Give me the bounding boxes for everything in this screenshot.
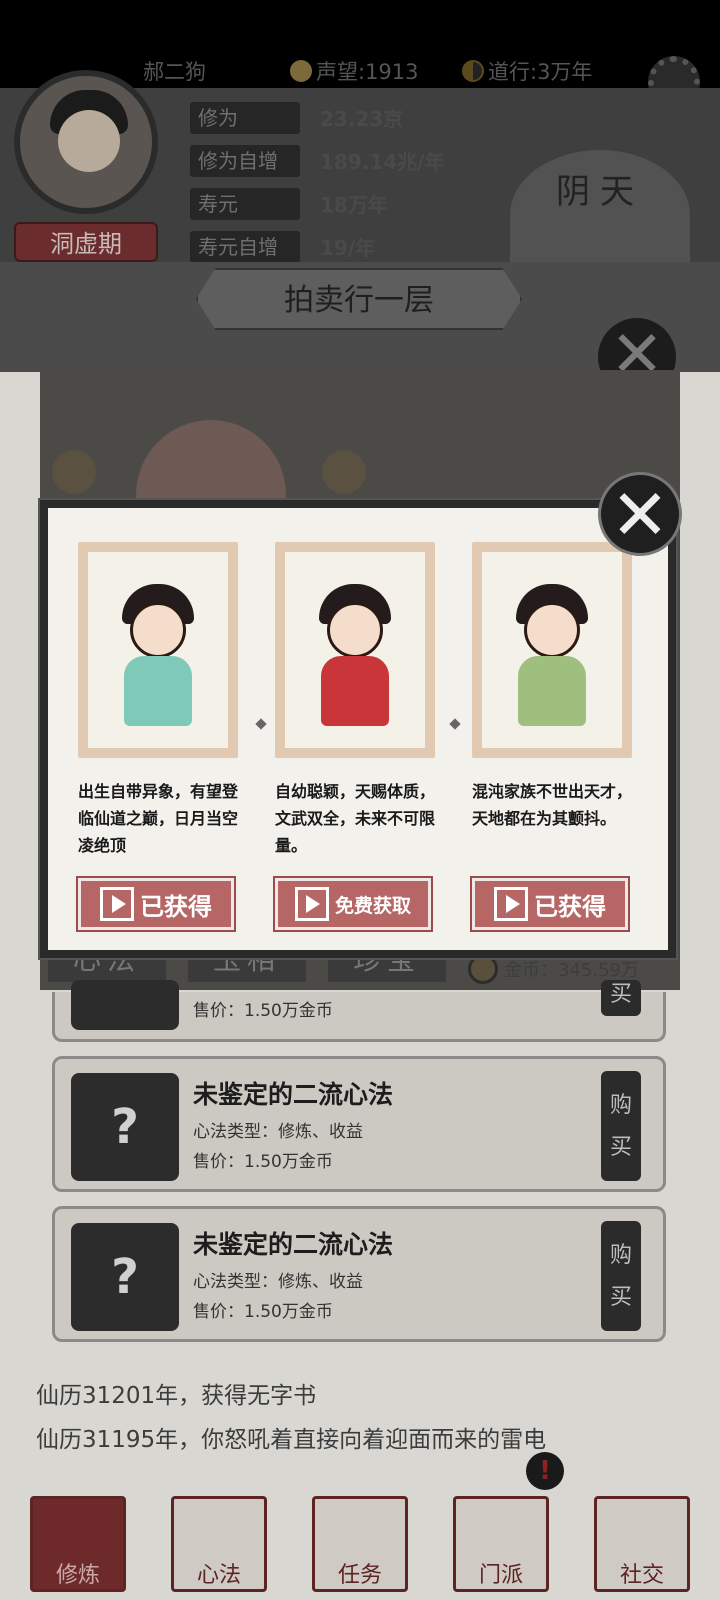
portrait-canvas — [88, 552, 228, 748]
button-label: 已获得 — [534, 892, 606, 921]
event-log: 仙历31201年，获得无字书 仙历31195年，你怒吼着直接向着迎面而来的雷电 — [36, 1374, 686, 1462]
item-name: 未鉴定的二流心法 — [193, 1080, 394, 1109]
stat-value: 189.14兆/年 — [320, 150, 445, 174]
stat-value: 23.23京 — [320, 107, 404, 131]
log-line: 仙历31201年，获得无字书 — [36, 1383, 317, 1409]
chibi-head — [327, 602, 383, 658]
dao-xing: 道行:3万年 — [462, 56, 592, 86]
nav-tasks[interactable]: 任务 — [312, 1496, 408, 1592]
close-modal-icon[interactable]: ✕ — [598, 472, 682, 556]
buy-label: 购 — [609, 1093, 632, 1118]
nav-social[interactable]: 社交 — [594, 1496, 690, 1592]
reputation-text: 声望:1913 — [316, 60, 419, 84]
nav-xinfa[interactable]: 心法 — [171, 1496, 267, 1592]
buy-button[interactable]: 购买 — [601, 1071, 641, 1181]
player-name: 郝二狗 — [143, 60, 206, 84]
play-video-icon — [494, 887, 528, 921]
stat-value: 19/年 — [320, 236, 376, 260]
list-item: ? 未鉴定的二流心法 心法类型：修炼、收益 售价：1.50万金币 购买 — [52, 1056, 666, 1192]
chibi-body — [321, 656, 389, 726]
stat-row: 修为 23.23京 — [190, 96, 444, 139]
realm-badge: 洞虚期 — [14, 222, 158, 262]
gold-coin-icon — [468, 954, 498, 984]
item-name: 未鉴定的二流心法 — [193, 1230, 394, 1259]
manual-book-icon: ? — [71, 1223, 179, 1331]
buy-label: 购 — [609, 1243, 632, 1268]
coin-icon — [290, 60, 312, 82]
yin-yang-icon — [462, 60, 484, 82]
portrait-canvas — [482, 552, 622, 748]
item-price: 售价：1.50万金币 — [193, 1152, 333, 1172]
reputation: 声望:1913 — [290, 56, 419, 86]
gold-text: 金币：345.59万 — [504, 960, 639, 981]
lantern-decoration — [136, 420, 286, 510]
shop-list: ? 售价：1.50万金币 买 ? 未鉴定的二流心法 心法类型：修炼、收益 售价：… — [52, 980, 666, 1356]
chibi-body — [518, 656, 586, 726]
chibi-body — [124, 656, 192, 726]
button-label: 已获得 — [140, 892, 212, 921]
buy-button[interactable]: 购买 — [601, 1221, 641, 1331]
character-card: 自幼聪颖，天赐体质，文武双全，未来不可限量。 免费获取 — [273, 542, 436, 932]
manual-book-icon: ? — [71, 980, 179, 1030]
character-description: 混沌家族不世出天才，天地都在为其颤抖。 — [472, 782, 633, 828]
stat-row: 修为自增 189.14兆/年 — [190, 139, 444, 182]
stat-label: 修为自增 — [190, 144, 300, 177]
character-select-modal: 出生自带异象，有望登临仙道之巅，日月当空凌绝顶 已获得 自幼聪颖，天赐体质，文武… — [40, 500, 676, 958]
auction-title: 拍卖行一层 — [196, 268, 522, 330]
coin-decoration-icon — [52, 450, 96, 494]
stat-label: 修为 — [190, 101, 300, 134]
play-video-icon — [100, 887, 134, 921]
item-type: 心法类型：修炼、收益 — [193, 1122, 363, 1142]
play-video-icon — [294, 887, 329, 921]
obtained-button[interactable]: 已获得 — [470, 876, 630, 932]
coin-decoration-icon — [322, 450, 366, 494]
chibi-head — [130, 602, 186, 658]
manual-book-icon: ? — [71, 1073, 179, 1181]
alert-icon: ! — [526, 1452, 564, 1490]
avatar[interactable] — [14, 70, 158, 214]
character-description: 自幼聪颖，天赐体质，文武双全，未来不可限量。 — [275, 782, 436, 855]
avatar-face — [58, 110, 120, 172]
bottom-nav: 修炼 心法 任务 门派 社交 — [30, 1496, 690, 1592]
item-price: 售价：1.50万金币 — [193, 1001, 333, 1021]
log-line: 仙历31195年，你怒吼着直接向着迎面而来的雷电 — [36, 1427, 547, 1453]
button-label: 免费获取 — [334, 894, 411, 917]
character-card: 出生自带异象，有望登临仙道之巅，日月当空凌绝顶 已获得 — [76, 542, 239, 932]
character-portrait — [472, 542, 632, 758]
stat-label: 寿元自增 — [190, 230, 300, 263]
dao-text: 道行:3万年 — [488, 60, 593, 84]
item-type: 心法类型：修炼、收益 — [193, 1272, 363, 1292]
weather-indicator: 阴天 — [510, 150, 690, 280]
character-card: 混沌家族不世出天才，天地都在为其颤抖。 已获得 — [470, 542, 633, 932]
nav-sect[interactable]: 门派 — [453, 1496, 549, 1592]
nav-cultivate[interactable]: 修炼 — [30, 1496, 126, 1592]
stat-row: 寿元 18万年 — [190, 182, 444, 225]
free-get-button[interactable]: 免费获取 — [273, 876, 433, 932]
buy-label: 买 — [609, 1285, 632, 1310]
character-description: 出生自带异象，有望登临仙道之巅，日月当空凌绝顶 — [78, 782, 239, 855]
stat-label: 寿元 — [190, 187, 300, 220]
portrait-canvas — [285, 552, 425, 748]
chibi-head — [524, 602, 580, 658]
buy-label: 买 — [609, 1135, 632, 1160]
character-portrait — [78, 542, 238, 758]
list-item: ? 售价：1.50万金币 买 — [52, 980, 666, 1042]
stats-panel: 修为 23.23京 修为自增 189.14兆/年 寿元 18万年 寿元自增 19/年 — [190, 96, 444, 268]
stat-value: 18万年 — [320, 193, 388, 217]
obtained-button[interactable]: 已获得 — [76, 876, 236, 932]
list-item: ? 未鉴定的二流心法 心法类型：修炼、收益 售价：1.50万金币 购买 — [52, 1206, 666, 1342]
buy-button[interactable]: 买 — [601, 980, 641, 1016]
character-cards: 出生自带异象，有望登临仙道之巅，日月当空凌绝顶 已获得 自幼聪颖，天赐体质，文武… — [76, 542, 633, 932]
item-price: 售价：1.50万金币 — [193, 1302, 333, 1322]
character-portrait — [275, 542, 435, 758]
